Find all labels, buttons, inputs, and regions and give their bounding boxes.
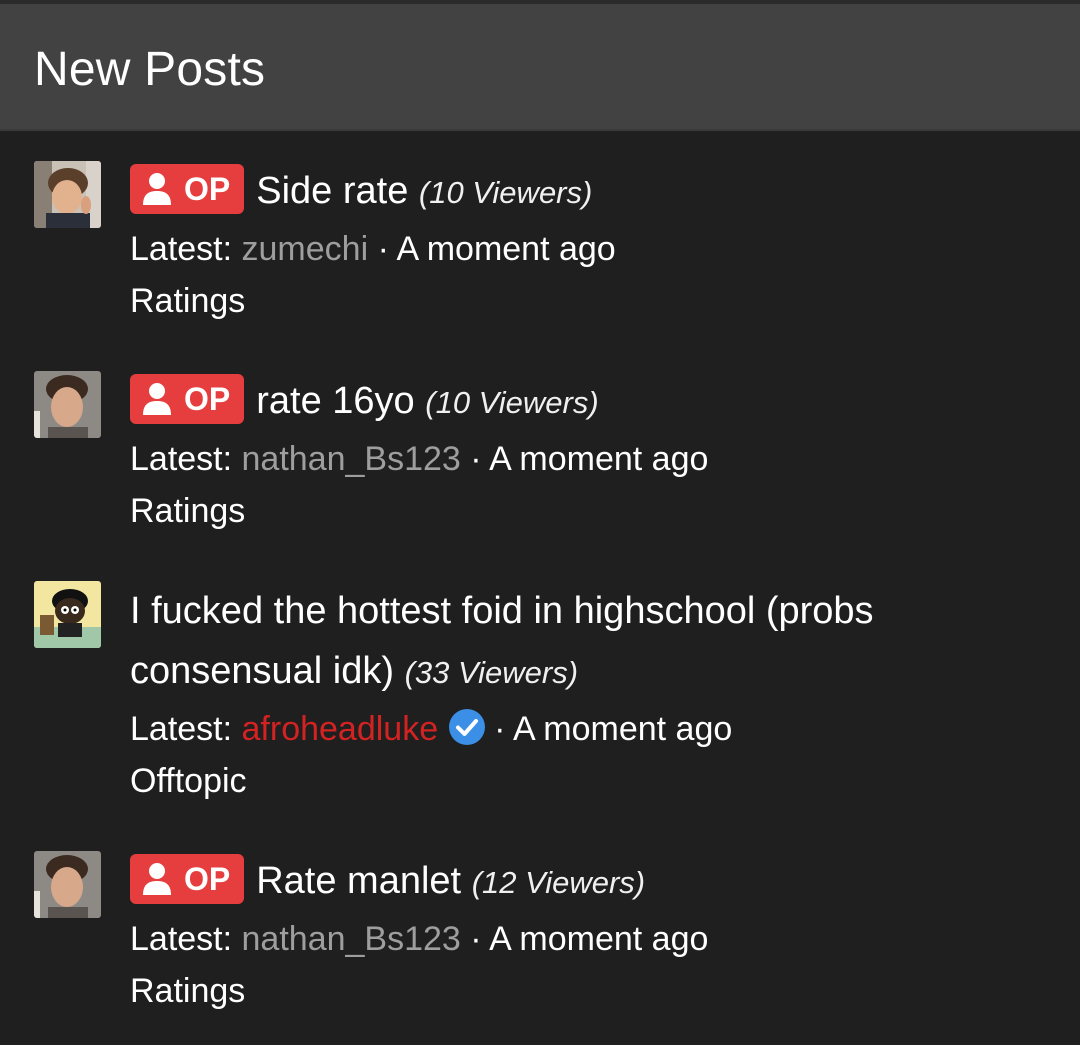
viewer-count: (10 Viewers) [425, 385, 599, 420]
op-badge-label: OP [184, 860, 231, 897]
latest-username[interactable]: nathan_Bs123 [242, 440, 461, 478]
latest-username[interactable]: zumechi [242, 230, 369, 268]
latest-line: Latest: zumechi · A moment ago [130, 223, 1030, 275]
user-icon [143, 382, 171, 415]
latest-line: Latest: nathan_Bs123 · A moment ago [130, 913, 1030, 965]
latest-line: Latest: nathan_Bs123 · A moment ago [130, 433, 1030, 485]
viewer-count: (12 Viewers) [471, 865, 646, 900]
latest-label: Latest: [130, 440, 242, 478]
post-title[interactable]: Rate manlet [256, 860, 461, 902]
separator: · [368, 230, 397, 268]
post-time: A moment ago [489, 920, 709, 958]
viewer-count: (33 Viewers) [404, 655, 579, 690]
latest-username[interactable]: afroheadluke [242, 710, 439, 748]
op-badge-label: OP [184, 170, 231, 207]
user-icon [143, 862, 171, 895]
post-title-line[interactable]: OP rate 16yo (10 Viewers) [130, 371, 1030, 433]
avatar[interactable] [34, 161, 101, 228]
post-category[interactable]: Offtopic [130, 755, 1030, 807]
post-item[interactable]: OP Side rate (10 Viewers) Latest: zumechi… [0, 161, 1080, 361]
section-title: New Posts [34, 43, 266, 96]
latest-label: Latest: [130, 230, 242, 268]
user-icon [143, 172, 171, 205]
post-time: A moment ago [396, 230, 616, 268]
avatar[interactable] [34, 581, 101, 648]
new-posts-header: New Posts [0, 4, 1080, 131]
post-category[interactable]: Ratings [130, 275, 1030, 327]
post-category[interactable]: Ratings [130, 485, 1030, 537]
op-badge: OP [130, 853, 245, 904]
separator: · [460, 920, 490, 958]
post-time: A moment ago [513, 710, 733, 748]
viewer-count: (10 Viewers) [418, 175, 593, 210]
latest-label: Latest: [130, 710, 242, 748]
avatar[interactable] [34, 851, 101, 918]
post-title-line[interactable]: OP Side rate (10 Viewers) [130, 161, 1030, 223]
op-badge-label: OP [184, 380, 231, 417]
verified-check-icon [449, 709, 486, 746]
post-title[interactable]: rate 16yo [256, 380, 414, 422]
post-item[interactable]: I fucked the hottest foid in highschool … [0, 581, 1080, 841]
post-time: A moment ago [489, 440, 709, 478]
post-item[interactable]: OP rate 16yo (10 Viewers) Latest: nathan_… [0, 371, 1080, 571]
latest-username[interactable]: nathan_Bs123 [242, 920, 461, 958]
post-list: OP Side rate (10 Viewers) Latest: zumechi… [0, 131, 1080, 1045]
post-title[interactable]: Side rate [256, 170, 408, 212]
separator: · [494, 710, 514, 748]
latest-label: Latest: [130, 920, 242, 958]
latest-line: Latest: afroheadluke · A moment ago [130, 703, 1030, 755]
post-title-line[interactable]: I fucked the hottest foid in highschool … [130, 581, 1030, 703]
post-item[interactable]: OP Rate manlet (12 Viewers) Latest: natha… [0, 851, 1080, 1045]
op-badge: OP [130, 163, 245, 214]
separator: · [460, 440, 490, 478]
op-badge: OP [130, 373, 245, 424]
post-category[interactable]: Ratings [130, 965, 1030, 1017]
post-title-line[interactable]: OP Rate manlet (12 Viewers) [130, 851, 1030, 913]
avatar[interactable] [34, 371, 101, 438]
